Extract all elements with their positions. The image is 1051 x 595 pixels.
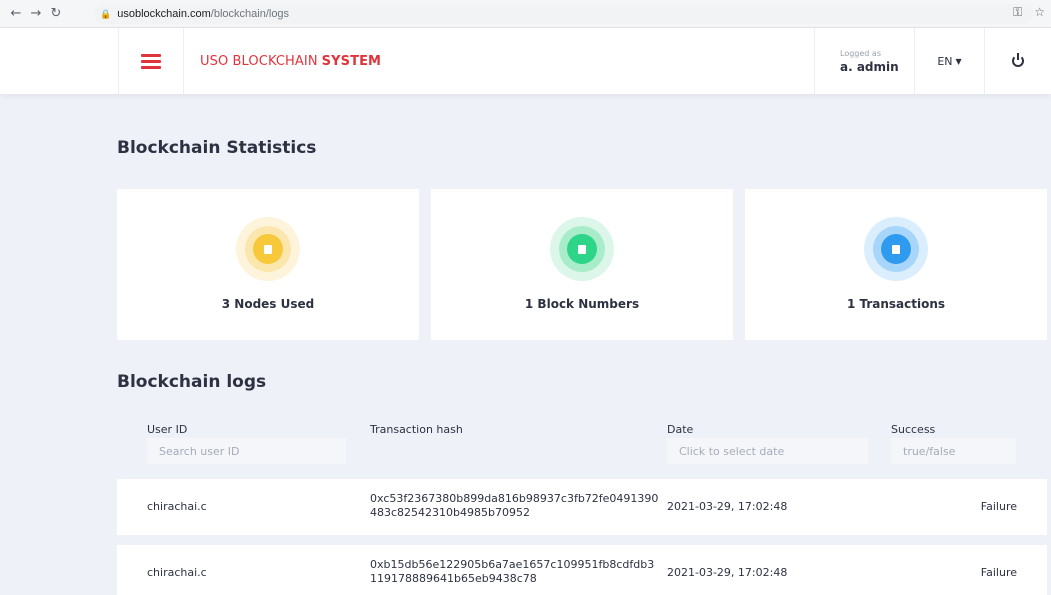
table-row[interactable]: chirachai.c 0xc53f2367380b899da816b98937…	[117, 479, 1047, 535]
stat-label: 1 Transactions	[846, 297, 946, 311]
row-transaction-hash: 0xc53f2367380b899da816b98937c3fb72fe0491…	[370, 492, 659, 519]
key-icon[interactable]: ⚿	[1013, 5, 1022, 20]
brand-bold: SYSTEM	[321, 53, 382, 69]
menu-button[interactable]	[118, 28, 184, 94]
row-transaction-hash: 0xb15db56e122905b6a7ae1657c109951fb8cdfd…	[370, 558, 655, 585]
stats-title: Blockchain Statistics	[117, 138, 317, 158]
power-icon	[1012, 53, 1024, 67]
logs-title: Blockchain logs	[117, 372, 267, 392]
app-header: USO BLOCKCHAIN SYSTEM Logged as a. admin…	[0, 28, 1051, 94]
back-arrow-icon[interactable]: ←	[6, 4, 26, 24]
transaction-icon	[864, 217, 928, 281]
browser-toolbar: ← → ↻ 🔒 usoblockchain.com/blockchain/log…	[0, 0, 1051, 28]
success-filter-input[interactable]	[891, 438, 1016, 464]
column-header-date: Date	[667, 423, 694, 436]
column-header-user-id: User ID	[147, 423, 188, 436]
stat-label: 1 Block Numbers	[524, 297, 640, 311]
stat-card-transactions: 1 Transactions	[745, 189, 1047, 340]
lock-icon: 🔒	[100, 8, 112, 19]
forward-arrow-icon[interactable]: →	[26, 4, 46, 24]
row-success-status: Failure	[980, 500, 1017, 513]
reload-icon[interactable]: ↻	[46, 4, 66, 24]
user-id-search-input[interactable]	[147, 438, 346, 464]
hamburger-icon	[141, 53, 161, 69]
column-header-success: Success	[891, 423, 936, 436]
stat-card-blocks: 1 Block Numbers	[431, 189, 733, 340]
user-info[interactable]: Logged as a. admin	[814, 28, 914, 94]
stat-card-nodes: 3 Nodes Used	[117, 189, 419, 340]
block-icon	[550, 217, 614, 281]
row-user-id: chirachai.c	[147, 566, 207, 579]
stat-label: 3 Nodes Used	[221, 297, 315, 311]
logged-as-label: Logged as	[840, 48, 881, 58]
language-dropdown[interactable]: EN ▼	[914, 28, 984, 94]
logout-button[interactable]	[984, 28, 1051, 94]
table-row[interactable]: chirachai.c 0xb15db56e122905b6a7ae1657c1…	[117, 545, 1047, 595]
star-icon[interactable]: ☆	[1034, 5, 1045, 20]
row-date: 2021-03-29, 17:02:48	[667, 566, 788, 579]
row-user-id: chirachai.c	[147, 500, 207, 513]
url-host: usoblockchain.com	[117, 8, 211, 20]
brand-prefix: USO BLOCKCHAIN	[200, 53, 318, 69]
date-picker-input[interactable]	[667, 438, 868, 464]
caret-down-icon: ▼	[955, 56, 962, 66]
row-success-status: Failure	[980, 566, 1017, 579]
row-date: 2021-03-29, 17:02:48	[667, 500, 788, 513]
node-icon	[236, 217, 300, 281]
url-path: /blockchain/logs	[210, 8, 290, 20]
language-value: EN	[937, 54, 953, 68]
column-header-hash: Transaction hash	[370, 423, 463, 436]
username: a. admin	[840, 59, 899, 74]
brand-title: USO BLOCKCHAIN SYSTEM	[200, 28, 381, 94]
address-bar[interactable]: 🔒 usoblockchain.com/blockchain/logs	[94, 4, 1034, 24]
